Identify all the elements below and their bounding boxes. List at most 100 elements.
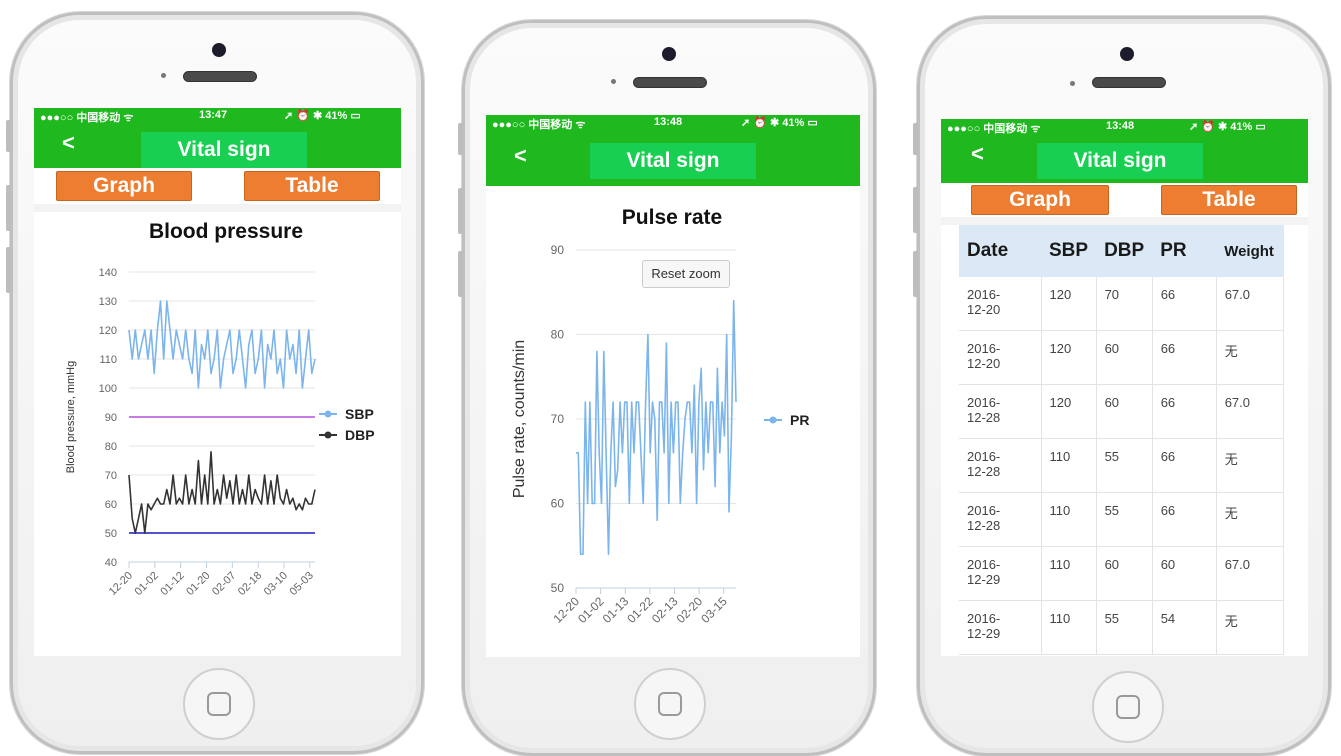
dbp-cell: 55	[1096, 600, 1153, 655]
y-tick-label: 60	[105, 499, 117, 511]
y-tick-label: 140	[99, 267, 117, 279]
table-row[interactable]: 2016- 12-20 120 70 66 67.0	[959, 277, 1285, 331]
front-camera	[1120, 47, 1134, 61]
back-chevron-icon[interactable]: <	[62, 130, 75, 156]
dbp-cell: 60	[1096, 546, 1153, 601]
back-chevron-icon[interactable]: <	[971, 141, 984, 167]
legend-marker	[324, 410, 332, 418]
series-line-pr	[576, 299, 737, 556]
nav-bar: < Vital sign	[941, 135, 1308, 183]
y-tick-label: 60	[551, 497, 565, 511]
column-header: DBP	[1096, 225, 1153, 277]
table-tab[interactable]: Table	[244, 171, 380, 201]
screen-1: ●●●○○ 中国移动 ᯤ 13:47 ➚ ⏰ ✱ 41% ▭ < Vital s…	[34, 108, 401, 656]
series-line-sbp	[128, 300, 316, 389]
series-line-dbp	[128, 450, 316, 534]
status-bar: ●●●○○ 中国移动 ᯤ 13:48 ➚ ⏰ ✱ 41% ▭	[941, 119, 1308, 135]
y-tick-label: 90	[105, 412, 117, 424]
date-cell: 2016- 12-28	[959, 438, 1042, 493]
date-day: 12-20	[967, 302, 1001, 317]
sbp-cell: 110	[1041, 600, 1097, 655]
bp-chart-card: Blood pressure 40 50 60 70 80 90 100 110 120 130 1…	[51, 212, 401, 656]
dbp-cell: 55	[1096, 438, 1153, 493]
speaker-grille	[1092, 77, 1166, 88]
table-tab[interactable]: Table	[1161, 185, 1297, 215]
date-cell: 2016- 12-28	[959, 492, 1042, 547]
page-title: Vital sign	[590, 143, 756, 179]
pr-cell: 60	[1152, 546, 1217, 601]
x-tick-label: 02-20	[674, 594, 706, 626]
table-row[interactable]: 2016- 12-20 120 60 66 无	[959, 330, 1285, 385]
weight-cell: 无	[1216, 438, 1285, 493]
date-year: 2016-	[967, 395, 1001, 410]
date-day: 12-28	[967, 518, 1001, 533]
side-button	[913, 187, 918, 233]
table-row[interactable]: 2016- 12-28 110 55 66 无	[959, 492, 1285, 547]
sensor-dot	[161, 73, 166, 78]
reset-zoom-button[interactable]: Reset zoom	[642, 260, 730, 288]
date-day: 12-29	[967, 572, 1001, 587]
status-bar: ●●●○○ 中国移动 ᯤ 13:48 ➚ ⏰ ✱ 41% ▭	[486, 115, 860, 131]
home-button[interactable]	[1092, 671, 1164, 743]
side-button	[6, 185, 11, 231]
home-button[interactable]	[634, 668, 706, 740]
battery-status: ➚ ⏰ ✱ 41% ▭	[284, 110, 361, 122]
x-tick-label: 01-12	[158, 570, 186, 598]
legend-marker	[769, 416, 777, 424]
weight-cell: 67.0	[1216, 277, 1285, 331]
date-day: 12-28	[967, 410, 1001, 425]
sbp-cell: 110	[1041, 492, 1097, 547]
front-camera	[662, 47, 676, 61]
table-row[interactable]: 2016- 12-28 120 60 66 67.0	[959, 384, 1285, 439]
table-row[interactable]: 2016- 12-29 110 55 54 无	[959, 600, 1285, 655]
weight-cell: 无	[1216, 600, 1285, 655]
legend-marker	[324, 431, 332, 439]
side-button	[458, 188, 463, 234]
date-year: 2016-	[967, 611, 1001, 626]
chart-title: Pulse rate	[621, 206, 723, 229]
status-bar: ●●●○○ 中国移动 ᯤ 13:47 ➚ ⏰ ✱ 41% ▭	[34, 108, 401, 124]
speaker-grille	[183, 71, 257, 82]
legend-label: PR	[790, 412, 809, 428]
date-day: 12-20	[967, 356, 1001, 371]
table-header-row: Date SBP DBP PR Weight	[959, 225, 1284, 277]
clock: 13:48	[654, 116, 683, 128]
y-tick-label: 100	[99, 383, 117, 395]
graph-tab[interactable]: Graph	[971, 185, 1109, 215]
back-chevron-icon[interactable]: <	[514, 143, 527, 169]
speaker-grille	[633, 77, 707, 88]
y-tick-label: 80	[551, 328, 565, 342]
carrier-label: ●●●○○ 中国移动 ᯤ	[40, 112, 134, 124]
pr-cell: 66	[1152, 277, 1217, 331]
page-title: Vital sign	[1037, 143, 1203, 179]
pr-chart-card: Pulse rate 50 60 70 80 90 12-20 01-02 01-13 01-2…	[502, 186, 860, 657]
side-button	[458, 251, 463, 297]
table-row[interactable]: 2016- 12-29 110 60 60 67.0	[959, 546, 1285, 601]
x-tick-label: 01-02	[575, 594, 607, 626]
column-header: PR	[1152, 225, 1217, 277]
date-cell: 2016- 12-20	[959, 330, 1042, 385]
table-row[interactable]: 2016- 12-28 110 55 66 无	[959, 438, 1285, 493]
date-day: 12-28	[967, 464, 1001, 479]
divider	[34, 204, 401, 212]
x-tick-label: 02-07	[210, 570, 238, 598]
home-button[interactable]	[183, 668, 255, 740]
y-tick-label: 50	[551, 581, 565, 595]
nav-bar: < Vital sign	[486, 131, 860, 186]
x-tick-label: 02-18	[236, 570, 264, 598]
sensor-dot	[611, 79, 616, 84]
y-tick-label: 130	[99, 296, 117, 308]
home-square-icon	[658, 692, 682, 716]
date-year: 2016-	[967, 557, 1001, 572]
weight-cell: 67.0	[1216, 546, 1285, 601]
carrier-label: ●●●○○ 中国移动 ᯤ	[947, 123, 1041, 135]
bp-chart: 40506070809010011012013014012-2001-0201-…	[65, 267, 375, 598]
dbp-cell: 70	[1096, 277, 1153, 331]
date-year: 2016-	[967, 341, 1001, 356]
side-button	[6, 247, 11, 293]
side-button	[458, 123, 463, 155]
carrier-label: ●●●○○ 中国移动 ᯤ	[492, 119, 586, 131]
screen-3: ●●●○○ 中国移动 ᯤ 13:48 ➚ ⏰ ✱ 41% ▭ < Vital s…	[941, 119, 1308, 656]
x-tick-label: 05-03	[288, 570, 316, 598]
graph-tab[interactable]: Graph	[56, 171, 192, 201]
